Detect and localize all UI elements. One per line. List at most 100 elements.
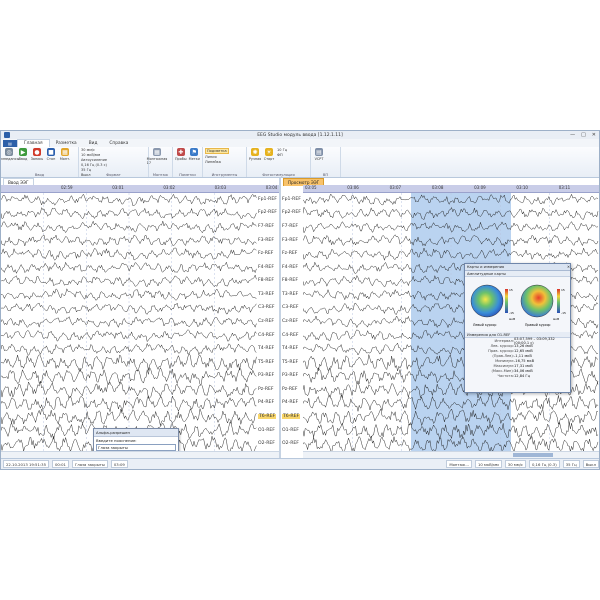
ribbon-button-0-2[interactable]: ● Запись: [31, 148, 43, 161]
eeg-trace: [1, 366, 257, 386]
ribbon-option[interactable]: Подсветка: [205, 148, 229, 154]
ribbon-option[interactable]: Автоусиление: [81, 158, 107, 162]
close-icon[interactable]: ✕: [567, 265, 570, 269]
status-montage[interactable]: Монтаж...: [446, 460, 472, 468]
channel-label: P3-REF: [258, 373, 275, 379]
eeg-trace: [1, 302, 257, 315]
ribbon-button-6-0[interactable]: ▤ VCPT: [313, 148, 325, 161]
tab-home[interactable]: Главная: [17, 139, 50, 147]
file-menu-button[interactable]: ▤: [3, 140, 17, 147]
ribbon-button-3-0[interactable]: ✚ Пробы: [175, 148, 187, 161]
headset-icon: ◎: [5, 148, 13, 156]
horizontal-scrollbar-left[interactable]: [1, 451, 279, 458]
status-speed[interactable]: 30 мм/с: [504, 460, 526, 468]
measurement-row: (Макс-Мин): 34,06 мкВ: [465, 368, 570, 373]
status-datetime: 22.10.2013 19:51:35: [3, 460, 49, 468]
eeg-trace: [1, 247, 257, 261]
ribbon-button-label: Запись: [30, 157, 44, 161]
status-time: 03:09: [110, 460, 128, 468]
eeg-trace: [1, 329, 257, 343]
ribbon-option[interactable]: 30 мм/с: [81, 148, 107, 152]
ribbon-group-label: Фотостимуляция: [262, 173, 295, 177]
amplitude-maps: 15 -15 мкВ 15 -15 мкВ Левый курсор Правы…: [470, 284, 566, 327]
measurement-key: Лев. курсор:: [490, 343, 514, 348]
ribbon-button-5-0[interactable]: ✺ Ручная: [249, 148, 261, 161]
maximize-button[interactable]: □: [581, 132, 586, 138]
record-icon: ●: [33, 148, 41, 156]
measurement-row: Минимум: -16,75 мкВ: [465, 358, 570, 363]
status-notch[interactable]: Выкл: [582, 460, 599, 468]
channel-label: O1-REF: [282, 427, 299, 433]
tab-help[interactable]: Справка: [103, 140, 134, 147]
ribbon-button-0-4[interactable]: ▦ Монт.: [59, 148, 71, 161]
lamp-icon: ✺: [251, 148, 259, 156]
measurement-value: -1,11 мкВ: [514, 353, 532, 358]
ruler-tick-label: 03:02: [163, 185, 175, 190]
eeg-trace: [1, 288, 257, 301]
ruler-tick-label: 03:01: [112, 185, 124, 190]
ribbon-option[interactable]: ФП: [277, 153, 287, 157]
time-ruler-right[interactable]: 03:05 03:06 03:07 03:08 03:09 03:10 03:11: [303, 185, 599, 193]
ribbon-group-6: ▤ VCPT ВП: [311, 147, 341, 177]
channel-label: Cz-REF: [258, 319, 275, 324]
channel-label: C4-REF: [258, 332, 275, 338]
status-gain[interactable]: 10 мкВ/мм: [474, 460, 502, 468]
status-highpass[interactable]: 0,16 Гц (0.3): [528, 460, 560, 468]
tab-markup[interactable]: Разметка: [50, 140, 83, 147]
status-duration: 00:01: [52, 460, 69, 468]
eeg-trace: [1, 193, 257, 206]
minimize-button[interactable]: —: [570, 132, 575, 138]
measurement-row: Частота: 12,84 Гц: [465, 373, 570, 378]
time-ruler-left[interactable]: 02:59 03:01 03:02 03:03 03:04: [1, 185, 279, 193]
measurement-key: Интервал:: [494, 338, 514, 343]
channel-label: T5-REF: [282, 359, 299, 365]
channel-label: Fp1-REF: [282, 196, 301, 202]
channel-label: Pz-REF: [282, 386, 298, 392]
left-cursor-map: [470, 284, 504, 318]
ruler-tick-label: 03:04: [265, 185, 278, 190]
ribbon-group-0: ◎ Импедансы ▶ Ввод ● Запись ■ Стоп ▦ Монт. Ввод: [1, 147, 79, 177]
ribbon-option[interactable]: Линейка: [205, 160, 229, 164]
ribbon-option[interactable]: 10 мкВ/мм: [81, 153, 107, 157]
tab-view[interactable]: Вид: [83, 140, 104, 147]
ribbon-option[interactable]: 0,16 Гц (0.3 с): [81, 163, 107, 167]
horizontal-scrollbar-right[interactable]: [303, 451, 599, 458]
status-lowpass[interactable]: 35 Гц: [562, 460, 580, 468]
ribbon-button-0-0[interactable]: ◎ Импедансы: [1, 148, 19, 161]
measurement-key: Максимум:: [493, 363, 514, 368]
measurement-key: (Прав-Лев):: [492, 353, 514, 358]
ribbon-group-label: Пометки: [179, 173, 196, 177]
ribbon-button-0-3[interactable]: ■ Стоп: [45, 148, 57, 161]
channel-label: T6-REF: [258, 414, 277, 420]
ribbon-button-2-0[interactable]: ▦ Монтажная 17: [147, 148, 167, 165]
left-scale-min: -15: [509, 311, 514, 315]
ribbon-button-5-1[interactable]: ☀ Старт: [263, 148, 275, 161]
eeg-traces-left[interactable]: [1, 193, 257, 451]
eeg-trace: [1, 380, 257, 399]
ribbon-option[interactable]: 10 Гц: [277, 148, 287, 152]
channel-label: C3-REF: [258, 305, 275, 311]
ribbon-button-0-1[interactable]: ▶ Ввод: [17, 148, 29, 161]
eeg-trace: [1, 220, 257, 234]
left-scale-unit: мкВ: [509, 317, 515, 321]
channel-label: O1-REF: [258, 427, 275, 433]
ribbon-button-3-1[interactable]: ⚑ Метки: [189, 148, 200, 161]
mark-icon: ⚑: [190, 148, 199, 156]
annotation-prompt: Введите пояснение:: [96, 438, 137, 443]
measurement-key: Прав. курсор:: [488, 348, 514, 353]
ribbon-group-label: Инструменты: [211, 173, 238, 177]
probe-icon: ✚: [176, 148, 185, 156]
left-cursor-label: Левый курсор: [473, 323, 496, 327]
play-icon: ▶: [19, 148, 27, 156]
ribbon-option[interactable]: Линия: [205, 155, 229, 159]
close-button[interactable]: ✕: [592, 132, 596, 138]
ribbon-group-label: ВП: [322, 173, 329, 177]
ribbon-option[interactable]: 35 Гц: [81, 168, 107, 172]
scroll-thumb[interactable]: [513, 453, 553, 457]
ruler-tick-label: 03:06: [347, 185, 359, 190]
annotation-title: Альфа-разрешен: [94, 429, 178, 437]
measurement-row: Максимум: 17,31 мкВ: [465, 363, 570, 368]
channel-label: Fp1-REF: [258, 196, 277, 202]
annotation-input[interactable]: Глаза закрыты: [96, 444, 176, 451]
eeg-trace: [1, 395, 257, 413]
